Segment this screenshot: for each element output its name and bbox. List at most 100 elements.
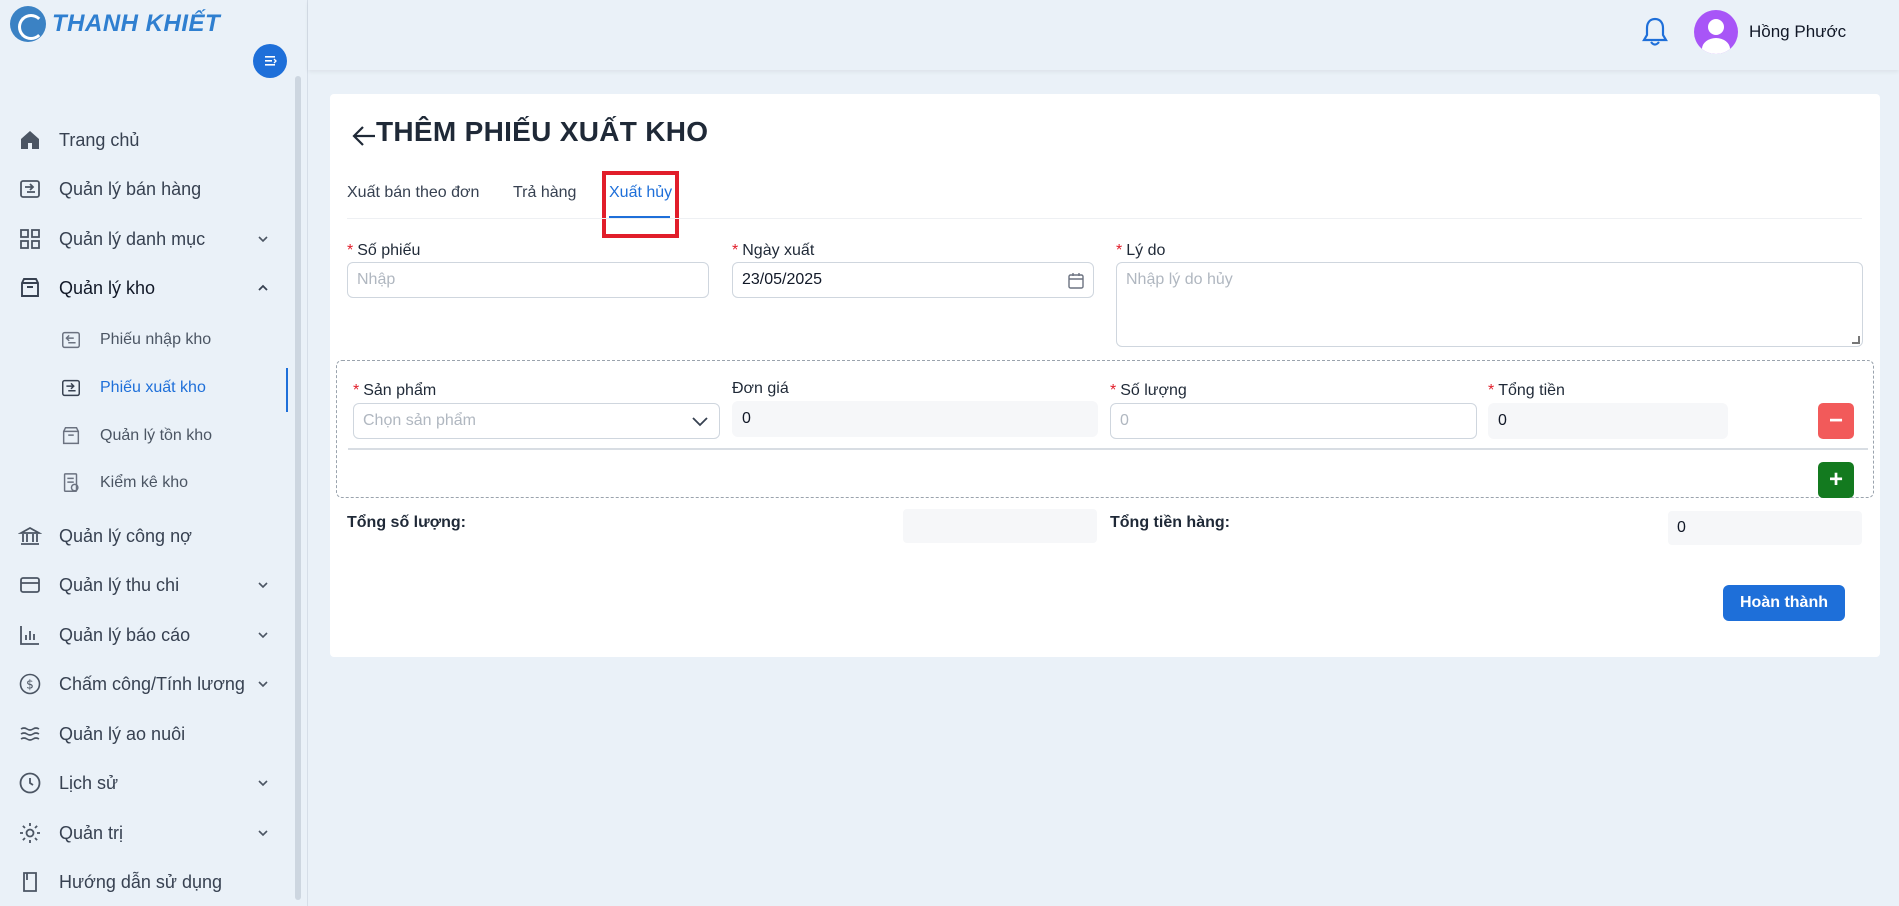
sidebar-item-quan-tri[interactable]: Quản trị [0,813,290,853]
sidebar-item-label: Chấm công/Tính lương [59,673,245,694]
san-pham-placeholder: Chọn sản phẩm [363,412,476,429]
sidebar: THANH KHIẾT Trang chủ Quản lý bán hàng Q… [0,0,308,906]
brand-logo[interactable]: THANH KHIẾT [10,6,220,42]
sidebar-subitem-kiem-ke-kho[interactable]: Kiểm kê kho [0,463,290,503]
required-mark: * [347,242,354,259]
required-mark: * [1488,382,1495,399]
menu-collapse-icon [265,56,277,66]
gear-icon [18,821,42,845]
chevron-down-icon [258,681,268,688]
hoan-thanh-button[interactable]: Hoàn thành [1723,585,1845,621]
ngay-xuat-datepicker[interactable]: 23/05/2025 [732,262,1094,298]
add-row-button[interactable]: + [1818,462,1854,498]
required-mark: * [732,242,739,259]
ly-do-placeholder: Nhập lý do hủy [1126,271,1233,288]
calendar-icon[interactable] [1067,272,1085,290]
tong-so-luong-label: Tổng số lượng: [347,514,466,531]
bell-icon[interactable] [1640,16,1670,48]
sidebar-item-label: Hướng dẫn sử dụng [59,871,223,892]
chevron-down-icon [258,632,268,639]
home-icon [18,128,42,152]
sidebar-item-label: Quản trị [59,822,124,843]
sidebar-item-lich-su[interactable]: Lịch sử [0,763,290,803]
tong-tien-hang-label: Tổng tiền hàng: [1110,514,1230,531]
checklist-icon [63,473,79,492]
tong-so-luong-value [903,509,1097,543]
sales-icon [18,177,42,201]
remove-row-button[interactable]: − [1818,403,1854,439]
tong-tien-hang-value: 0 [1668,511,1862,545]
collapse-sidebar-button[interactable] [253,44,287,78]
san-pham-label: * Sản phẩm [353,382,437,399]
tab-tra-hang[interactable]: Trả hàng [513,184,576,202]
sidebar-item-label: Quản lý ao nuôi [59,723,186,744]
warehouse-icon [18,276,42,300]
required-mark: * [1110,382,1117,399]
page-title: THÊM PHIẾU XUẤT KHO [376,116,709,147]
sidebar-item-label: Quản lý kho [59,277,156,298]
sidebar-item-quan-ly-thu-chi[interactable]: Quản lý thu chi [0,565,290,605]
ngay-xuat-value: 23/05/2025 [742,271,823,288]
don-gia-label: Đơn giá [732,380,789,397]
tong-tien-field: 0 [1488,403,1728,439]
sidebar-item-quan-ly-ban-hang[interactable]: Quản lý bán hàng [0,169,290,209]
brand-name: THANH KHIẾT [52,10,221,37]
dollar-icon: $ [18,672,42,696]
user-name[interactable]: Hồng Phước [1749,22,1846,42]
so-phieu-label: * Số phiếu [347,242,421,259]
san-pham-select[interactable]: Chọn sản phẩm [353,403,720,439]
avatar[interactable] [1694,10,1738,54]
sidebar-subitem-quan-ly-ton-kho[interactable]: Quản lý tồn kho [0,416,290,456]
sidebar-subitem-phieu-xuat-kho[interactable]: Phiếu xuất kho [0,368,290,412]
chevron-down-icon [258,830,268,837]
logo-icon [10,6,46,42]
sidebar-item-label: Quản lý thu chi [59,574,180,595]
ly-do-label: * Lý do [1116,242,1166,259]
grid-icon [18,227,42,251]
chevron-down-icon [258,582,268,589]
sidebar-item-label: Quản lý bán hàng [59,178,202,199]
import-icon [62,331,80,349]
sidebar-item-label: Quản lý công nợ [59,525,192,546]
svg-text:$: $ [26,678,34,692]
clock-icon [18,771,42,795]
tong-tien-label: * Tổng tiền [1488,382,1565,399]
sidebar-item-label: Lịch sử [59,772,119,793]
sidebar-scrollbar[interactable] [295,76,301,900]
chevron-down-icon [258,236,268,243]
book-icon [18,870,42,894]
sidebar-item-quan-ly-bao-cao[interactable]: Quản lý báo cáo [0,615,290,655]
chart-icon [18,623,42,647]
back-arrow-icon[interactable] [350,122,378,150]
waves-icon [18,722,42,746]
sidebar-item-label: Quản lý danh mục [59,228,206,249]
sidebar-subitem-label: Kiểm kê kho [100,474,189,491]
sidebar-item-quan-ly-cong-no[interactable]: Quản lý công nợ [0,516,290,556]
sidebar-item-quan-ly-ao-nuoi[interactable]: Quản lý ao nuôi [0,714,290,754]
so-phieu-input[interactable]: Nhập [347,262,709,298]
sidebar-item-quan-ly-danh-muc[interactable]: Quản lý danh mục [0,219,290,259]
don-gia-field: 0 [732,401,1098,437]
tab-highlight-box [602,171,679,238]
bank-icon [18,524,42,548]
ngay-xuat-label: * Ngày xuất [732,242,815,259]
required-mark: * [353,382,360,399]
sidebar-item-cham-cong-tinh-luong[interactable]: $ Chấm công/Tính lương [0,664,290,704]
sidebar-item-label: Quản lý báo cáo [59,624,191,645]
so-luong-label: * Số lượng [1110,382,1187,399]
sidebar-subitem-label: Phiếu nhập kho [100,331,212,348]
tab-xuat-ban-theo-don[interactable]: Xuất bán theo đơn [347,184,479,202]
ly-do-textarea[interactable]: Nhập lý do hủy [1116,262,1863,347]
sidebar-subitem-label: Phiếu xuất kho [100,379,206,396]
sidebar-subitem-phieu-nhap-kho[interactable]: Phiếu nhập kho [0,320,290,360]
resize-handle[interactable] [1852,336,1860,344]
box-icon [62,427,80,445]
sidebar-item-trang-chu[interactable]: Trang chủ [0,120,290,160]
required-mark: * [1116,242,1123,259]
chevron-down-icon [692,417,708,427]
sidebar-item-huong-dan-su-dung[interactable]: Hướng dẫn sử dụng [0,862,290,902]
so-luong-input[interactable]: 0 [1110,403,1477,439]
form-card: THÊM PHIẾU XUẤT KHO Xuất bán theo đơn Tr… [330,94,1880,657]
sidebar-item-quan-ly-kho[interactable]: Quản lý kho [0,268,290,308]
sidebar-item-label: Trang chủ [59,129,140,150]
